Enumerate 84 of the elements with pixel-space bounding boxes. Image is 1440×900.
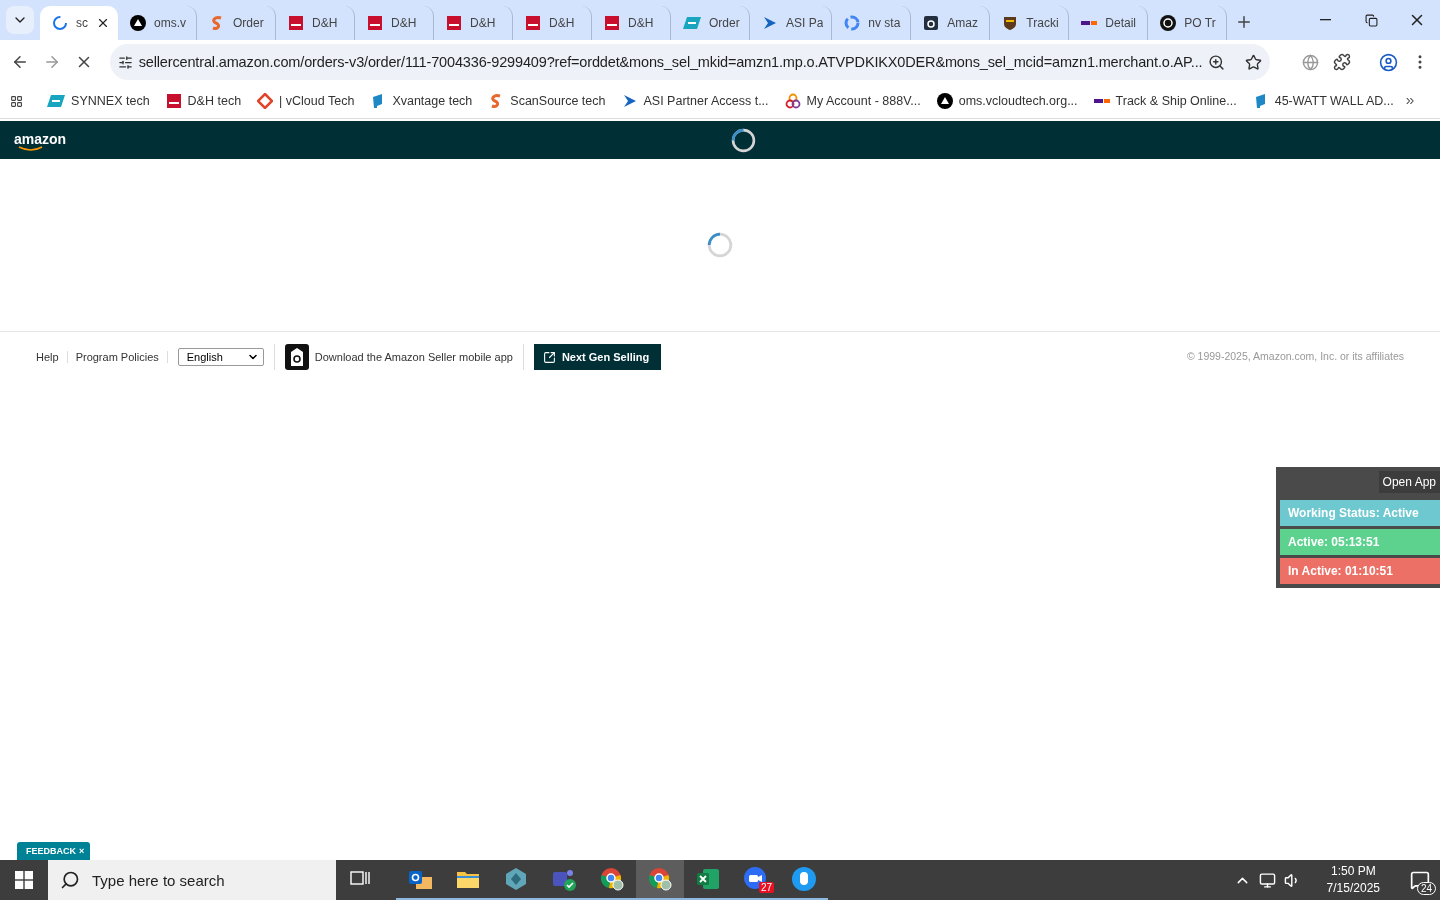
tab-title: nv sta <box>868 16 902 30</box>
bookmark-link[interactable]: SYNNEX tech <box>41 90 156 112</box>
taskbar-search-field[interactable]: Type here to search <box>48 860 336 900</box>
chevron-icon <box>621 93 638 109</box>
tab-title: oms.v <box>154 16 187 30</box>
bookmark-link[interactable]: ScanSource tech <box>482 89 612 113</box>
chevron-icon <box>762 15 778 31</box>
tab-search-button[interactable] <box>6 6 34 34</box>
site-info-icon[interactable] <box>117 54 133 70</box>
parallelogram-icon <box>47 94 66 108</box>
notifications-button[interactable]: 24 <box>1400 860 1440 900</box>
bookmark-link[interactable]: My Account - 888V... <box>778 89 927 113</box>
clock[interactable]: 1:50 PM 7/15/2025 <box>1308 863 1392 897</box>
footer-link[interactable]: Program Policies <box>67 351 168 363</box>
loading-icon <box>52 15 68 31</box>
bookmark-link[interactable]: D&H tech <box>159 89 248 113</box>
amazon-logo[interactable]: amazon <box>14 130 67 150</box>
loading-spinner-icon <box>731 128 756 153</box>
app-download-link[interactable]: Download the Amazon Seller mobile app <box>273 344 524 370</box>
loading-spinner-icon <box>707 232 733 258</box>
feedback-tab[interactable]: FEEDBACK × <box>17 842 91 860</box>
mouse-icon <box>791 866 817 892</box>
zoom-icon[interactable] <box>1208 53 1226 71</box>
url-text: sellercentral.amazon.com/orders-v3/order/111-7004336-9299409?ref=orddet&mons_sel_mkid=amzn1.mp.o.ATVPDKIKX0DER&mons_sel_mcid=amzn1.merchant.o.AP... <box>138 54 1203 70</box>
spreadsheet-app-icon <box>695 866 721 892</box>
bookmark-link[interactable]: 45-WATT WALL AD... <box>1246 89 1400 113</box>
tab-title: Order <box>709 16 741 30</box>
bookmark-star-icon[interactable] <box>1245 53 1263 71</box>
restore-icon <box>1364 13 1378 27</box>
parallelogram-icon <box>683 16 701 30</box>
square-logo-icon <box>367 15 383 31</box>
bookmark-link[interactable]: oms.vcloudtech.org... <box>930 89 1084 113</box>
square-logo-icon <box>165 93 182 109</box>
next-gen-selling-button[interactable]: Next Gen Selling <box>533 344 662 370</box>
tab-title: sc <box>76 16 88 30</box>
square-logo-icon <box>604 15 620 31</box>
tab-title: PO Tr <box>1184 16 1217 30</box>
notification-icon <box>1410 870 1430 890</box>
tab-title: Tracki <box>1026 16 1060 30</box>
task-view-icon <box>350 870 370 888</box>
external-link-icon <box>542 350 556 364</box>
square-logo-icon <box>923 15 940 31</box>
status-row: In Active: 01:10:51 <box>1280 558 1440 584</box>
square-logo-icon <box>525 15 541 31</box>
minimize-icon <box>1319 19 1331 21</box>
diamond-icon <box>257 93 274 109</box>
tab-title: D&H <box>628 16 655 30</box>
tab-title: Detail <box>1105 16 1138 30</box>
bookmark-link[interactable]: | vCloud Tech <box>251 89 361 113</box>
footer-link[interactable]: Help <box>28 351 68 363</box>
rings-icon <box>784 93 801 109</box>
bookmark-link[interactable]: Track & Ship Online... <box>1087 89 1243 113</box>
taskbar-app[interactable]: 27 <box>732 860 780 900</box>
search-icon <box>60 870 80 890</box>
tab-title: Amaz <box>947 16 980 30</box>
shield-icon <box>1002 15 1019 31</box>
language-select[interactable]: English <box>177 348 264 366</box>
taskbar-app[interactable] <box>636 860 684 900</box>
address-bar[interactable]: sellercentral.amazon.com/orders-v3/order/111-7004336-9299409?ref=orddet&mons_sel_mkid=amzn1.mp.o.ATVPDKIKX0DER&mons_sel_mcid=amzn1.merchant.o.AP... <box>109 44 1271 80</box>
browser-tab[interactable]: sc <box>40 6 118 40</box>
notification-count: 24 <box>1416 882 1436 895</box>
network-icon[interactable] <box>1258 871 1276 889</box>
square-logo-icon <box>446 15 462 31</box>
tab-title: Order <box>233 16 265 30</box>
search-input[interactable]: Type here to search <box>90 870 314 890</box>
bookmark-link[interactable]: ASI Partner Access t... <box>615 89 775 113</box>
close-icon[interactable] <box>96 16 110 30</box>
status-row: Active: 05:13:51 <box>1280 529 1440 555</box>
tab-title: D&H <box>391 16 418 30</box>
bookmark-link[interactable]: Xvantage tech <box>364 89 479 113</box>
copyright-text: © 1999-2025, Amazon.com, Inc. or its affiliates <box>1186 350 1404 362</box>
tab-title: D&H <box>312 16 339 30</box>
shopping-tag-icon <box>284 344 309 370</box>
tab-title: D&H <box>549 16 576 30</box>
hexagon-icon <box>503 866 529 892</box>
browser-icon <box>599 866 625 892</box>
browser-icon <box>647 866 673 892</box>
open-app-button[interactable]: Open App <box>1378 471 1440 493</box>
badge-count: 27 <box>758 882 774 893</box>
square-logo-icon <box>288 15 304 31</box>
tab-title: D&H <box>470 16 497 30</box>
status-row: Working Status: Active <box>1280 500 1440 526</box>
tab-title: ASI Pa <box>786 16 824 30</box>
windows-logo-icon <box>15 871 33 889</box>
